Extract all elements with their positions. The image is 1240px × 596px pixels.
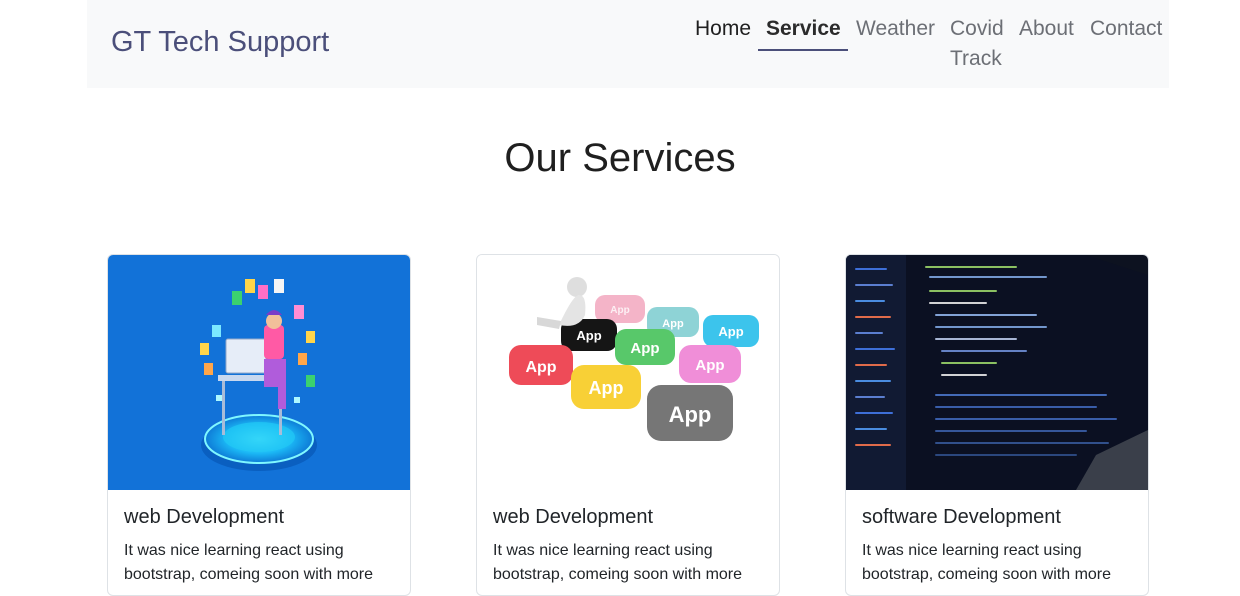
nav-track-label: Track	[950, 47, 1002, 70]
svg-text:App: App	[610, 305, 629, 316]
app-keys-illustration: App App App App App App App App App	[477, 255, 779, 490]
svg-text:App: App	[662, 318, 684, 330]
svg-text:App: App	[718, 324, 743, 339]
nav-about[interactable]: About	[1019, 14, 1074, 44]
active-nav-indicator	[758, 49, 848, 51]
developer-isometric-illustration	[108, 255, 410, 490]
svg-text:App: App	[576, 328, 601, 343]
nav-covid-label: Covid	[950, 17, 1004, 40]
card-title: software Development	[862, 506, 1061, 528]
card-text-line-1: It was nice learning react using	[493, 542, 713, 559]
page-title: Our Services	[504, 136, 736, 180]
svg-text:App: App	[525, 359, 556, 376]
svg-text:App: App	[630, 340, 659, 357]
card-title: web Development	[493, 506, 654, 528]
card-title: web Development	[124, 506, 285, 528]
card-text-line-2: bootstrap, comeing soon with more	[493, 566, 743, 583]
navbar: GT Tech Support Home Service Weather Cov…	[87, 0, 1169, 88]
card-text-line-1: It was nice learning react using	[124, 542, 344, 559]
card-text: It was nice learning react using bootstr…	[862, 539, 1132, 587]
service-card: web Development It was nice learning rea…	[107, 254, 411, 596]
svg-text:App: App	[589, 378, 624, 398]
service-card: App App App App App App App App App web …	[476, 254, 780, 596]
card-text-line-1: It was nice learning react using	[862, 542, 1082, 559]
nav-links: Home Service Weather Covid Track About C…	[87, 0, 1169, 88]
nav-home[interactable]: Home	[695, 14, 751, 44]
card-text: It was nice learning react using bootstr…	[493, 539, 763, 587]
card-text-line-2: bootstrap, comeing soon with more	[862, 566, 1112, 583]
nav-covid-track[interactable]: Covid Track	[950, 14, 1004, 74]
nav-weather[interactable]: Weather	[856, 14, 935, 44]
svg-text:App: App	[695, 357, 724, 374]
code-on-laptop-photo	[846, 255, 1148, 490]
service-card: software Development It was nice learnin…	[845, 254, 1149, 596]
nav-service[interactable]: Service	[766, 14, 841, 44]
svg-text:App: App	[669, 402, 712, 427]
card-text-line-2: bootstrap, comeing soon with more	[124, 566, 374, 583]
card-text: It was nice learning react using bootstr…	[124, 539, 394, 587]
nav-contact[interactable]: Contact	[1090, 14, 1162, 44]
